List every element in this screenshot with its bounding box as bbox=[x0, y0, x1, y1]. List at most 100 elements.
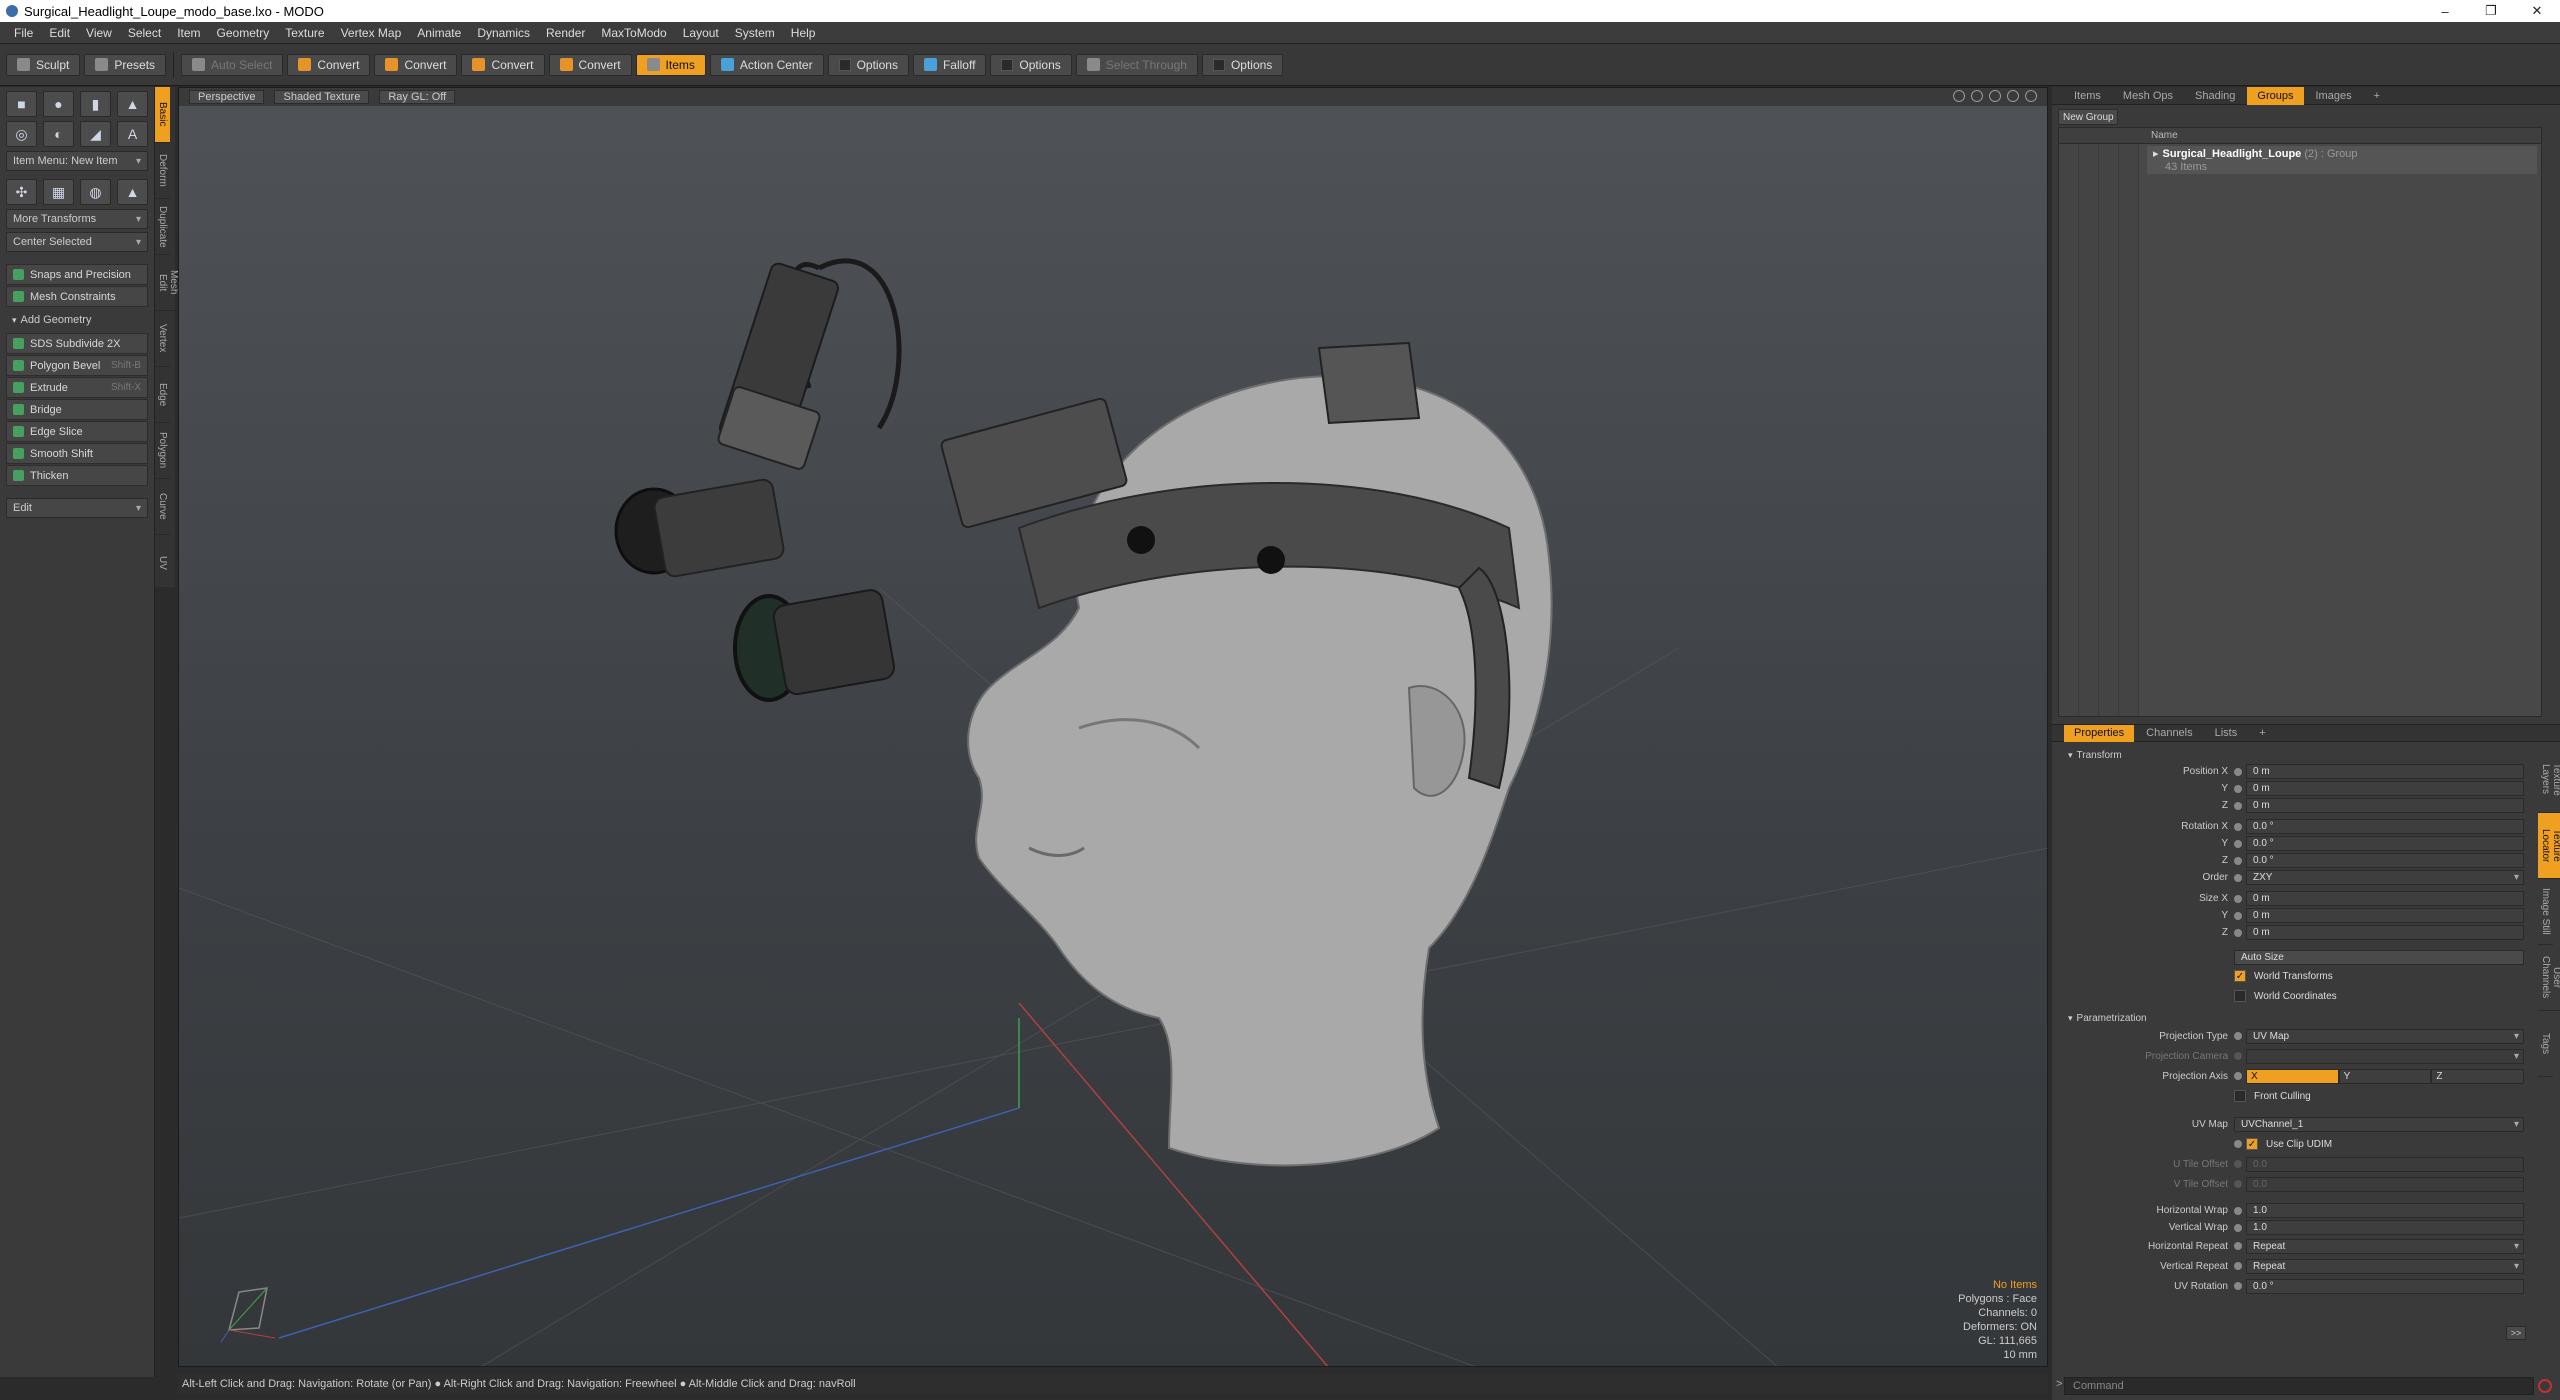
tab-vertex[interactable]: Vertex bbox=[155, 311, 170, 367]
close-button[interactable]: ✕ bbox=[2514, 0, 2560, 22]
item-menu-dropdown[interactable]: Item Menu: New Item bbox=[6, 151, 148, 171]
tab-image-still[interactable]: Image Still bbox=[2538, 879, 2553, 945]
add-tab-button[interactable]: + bbox=[2364, 87, 2390, 105]
menu-texture[interactable]: Texture bbox=[277, 26, 332, 40]
cone-primitive-button[interactable]: ▲ bbox=[117, 91, 148, 117]
convert-edges-button[interactable]: Convert bbox=[374, 53, 458, 76]
capsule-primitive-button[interactable]: ◐ bbox=[43, 121, 74, 147]
tab-tags[interactable]: Tags bbox=[2538, 1011, 2553, 1077]
plane-primitive-button[interactable]: ◢ bbox=[80, 121, 111, 147]
edge-slice-button[interactable]: Edge Slice bbox=[6, 421, 148, 442]
vertical-wrap-field[interactable]: 1.0 bbox=[2246, 1220, 2524, 1235]
action-center-options[interactable]: Options bbox=[827, 53, 909, 76]
scale-tool-button[interactable]: ◍ bbox=[80, 179, 111, 205]
menu-item[interactable]: Item bbox=[169, 26, 208, 40]
position-x-field[interactable]: 0 m bbox=[2246, 764, 2524, 779]
more-transforms-dropdown[interactable]: More Transforms bbox=[6, 209, 148, 229]
rotation-y-field[interactable]: 0.0 ° bbox=[2246, 836, 2524, 851]
menu-geometry[interactable]: Geometry bbox=[209, 26, 278, 40]
add-tab-button[interactable]: + bbox=[2249, 725, 2275, 742]
cube-primitive-button[interactable]: ■ bbox=[6, 91, 37, 117]
menu-file[interactable]: File bbox=[6, 26, 41, 40]
projection-camera-select[interactable] bbox=[2246, 1048, 2524, 1064]
axis-z-button[interactable]: Z bbox=[2431, 1068, 2525, 1084]
menu-system[interactable]: System bbox=[727, 26, 783, 40]
v-tile-offset-field[interactable]: 0.0 bbox=[2246, 1176, 2524, 1192]
world-coordinates-checkbox[interactable] bbox=[2234, 990, 2246, 1002]
world-transforms-checkbox[interactable]: ✓ bbox=[2234, 970, 2246, 982]
use-clip-udim-checkbox[interactable]: ✓ bbox=[2246, 1138, 2258, 1150]
uv-map-select[interactable]: UVChannel_1 bbox=[2234, 1116, 2524, 1132]
rotation-z-field[interactable]: 0.0 ° bbox=[2246, 853, 2524, 868]
auto-select-button[interactable]: Auto Select bbox=[181, 53, 284, 76]
select-through-options[interactable]: Options bbox=[1201, 53, 1284, 76]
menu-dynamics[interactable]: Dynamics bbox=[469, 26, 538, 40]
tab-shading[interactable]: Shading bbox=[2185, 87, 2245, 105]
tab-deform[interactable]: Deform bbox=[155, 143, 170, 199]
convert-polygons-button[interactable]: Convert bbox=[461, 53, 545, 76]
axis-y-button[interactable]: Y bbox=[2338, 1068, 2432, 1084]
tab-curve[interactable]: Curve bbox=[155, 479, 170, 535]
sphere-primitive-button[interactable]: ● bbox=[43, 91, 74, 117]
torus-primitive-button[interactable]: ◎ bbox=[6, 121, 37, 147]
tab-duplicate[interactable]: Duplicate bbox=[155, 199, 170, 255]
rotation-x-field[interactable]: 0.0 ° bbox=[2246, 819, 2524, 834]
add-geometry-header[interactable]: ▾ Add Geometry bbox=[6, 310, 148, 330]
menu-vertex-map[interactable]: Vertex Map bbox=[333, 26, 410, 40]
tab-mesh-ops[interactable]: Mesh Ops bbox=[2113, 87, 2183, 105]
tab-edge[interactable]: Edge bbox=[155, 367, 170, 423]
front-culling-checkbox[interactable] bbox=[2234, 1090, 2246, 1102]
more-button[interactable]: >> bbox=[2506, 1326, 2526, 1340]
u-tile-offset-field[interactable]: 0.0 bbox=[2246, 1156, 2524, 1172]
items-mode-button[interactable]: Items bbox=[635, 53, 706, 76]
mesh-constraints-button[interactable]: Mesh Constraints bbox=[6, 286, 148, 307]
convert-vertices-button[interactable]: Convert bbox=[287, 53, 371, 76]
falloff-options[interactable]: Options bbox=[990, 53, 1072, 76]
tab-images[interactable]: Images bbox=[2306, 87, 2362, 105]
tab-channels[interactable]: Channels bbox=[2136, 725, 2202, 742]
transform-tool-button[interactable]: ▲ bbox=[117, 179, 148, 205]
menu-render[interactable]: Render bbox=[538, 26, 593, 40]
presets-button[interactable]: Presets bbox=[84, 53, 167, 76]
edit-dropdown[interactable]: Edit bbox=[6, 498, 148, 518]
tab-uv[interactable]: UV bbox=[155, 535, 170, 591]
text-primitive-button[interactable]: A bbox=[117, 121, 148, 147]
parametrization-section[interactable]: ▾ Parametrization bbox=[2058, 1010, 2524, 1026]
position-z-field[interactable]: 0 m bbox=[2246, 798, 2524, 813]
size-x-field[interactable]: 0 m bbox=[2246, 891, 2524, 906]
convert-materials-button[interactable]: Convert bbox=[548, 53, 632, 76]
polygon-bevel-button[interactable]: Polygon Bevel Shift-B bbox=[6, 355, 148, 376]
menu-view[interactable]: View bbox=[78, 26, 120, 40]
tab-basic[interactable]: Basic bbox=[155, 87, 170, 143]
tab-texture-locator[interactable]: Texture Locator bbox=[2538, 813, 2560, 879]
auto-size-button[interactable]: Auto Size bbox=[2234, 950, 2524, 965]
size-z-field[interactable]: 0 m bbox=[2246, 925, 2524, 940]
position-y-field[interactable]: 0 m bbox=[2246, 781, 2524, 796]
minimize-button[interactable]: – bbox=[2422, 0, 2468, 22]
3d-viewport[interactable]: Perspective Shaded Texture Ray GL: Off N… bbox=[178, 87, 2048, 1367]
tab-items[interactable]: Items bbox=[2064, 87, 2111, 105]
select-through-button[interactable]: Select Through bbox=[1075, 53, 1198, 76]
horizontal-wrap-field[interactable]: 1.0 bbox=[2246, 1203, 2524, 1218]
tab-user-channels[interactable]: User Channels bbox=[2538, 945, 2560, 1011]
center-selected-dropdown[interactable]: Center Selected bbox=[6, 232, 148, 252]
tab-texture-layers[interactable]: Texture Layers bbox=[2538, 747, 2560, 813]
move-tool-button[interactable]: ✣ bbox=[6, 179, 37, 205]
rotate-tool-button[interactable]: ▦ bbox=[43, 179, 74, 205]
sds-subdivide-button[interactable]: SDS Subdivide 2X bbox=[6, 333, 148, 354]
thicken-button[interactable]: Thicken bbox=[6, 465, 148, 486]
order-select[interactable]: ZXY bbox=[2246, 870, 2524, 885]
group-row[interactable]: ▸ Surgical_Headlight_Loupe (2) : Group 43… bbox=[2147, 146, 2537, 174]
command-input[interactable]: Command bbox=[2064, 1377, 2534, 1395]
menu-maxtomodo[interactable]: MaxToModo bbox=[593, 26, 674, 40]
extrude-button[interactable]: Extrude Shift-X bbox=[6, 377, 148, 398]
menu-select[interactable]: Select bbox=[120, 26, 169, 40]
menu-help[interactable]: Help bbox=[783, 26, 824, 40]
maximize-button[interactable]: ❐ bbox=[2468, 0, 2514, 22]
tab-properties[interactable]: Properties bbox=[2064, 724, 2135, 742]
projection-type-select[interactable]: UV Map bbox=[2246, 1028, 2524, 1044]
transform-section[interactable]: ▾ Transform bbox=[2058, 747, 2524, 763]
name-column-header[interactable]: Name bbox=[2151, 130, 2178, 141]
tab-polygon[interactable]: Polygon bbox=[155, 423, 170, 479]
horizontal-repeat-select[interactable]: Repeat bbox=[2246, 1238, 2524, 1254]
